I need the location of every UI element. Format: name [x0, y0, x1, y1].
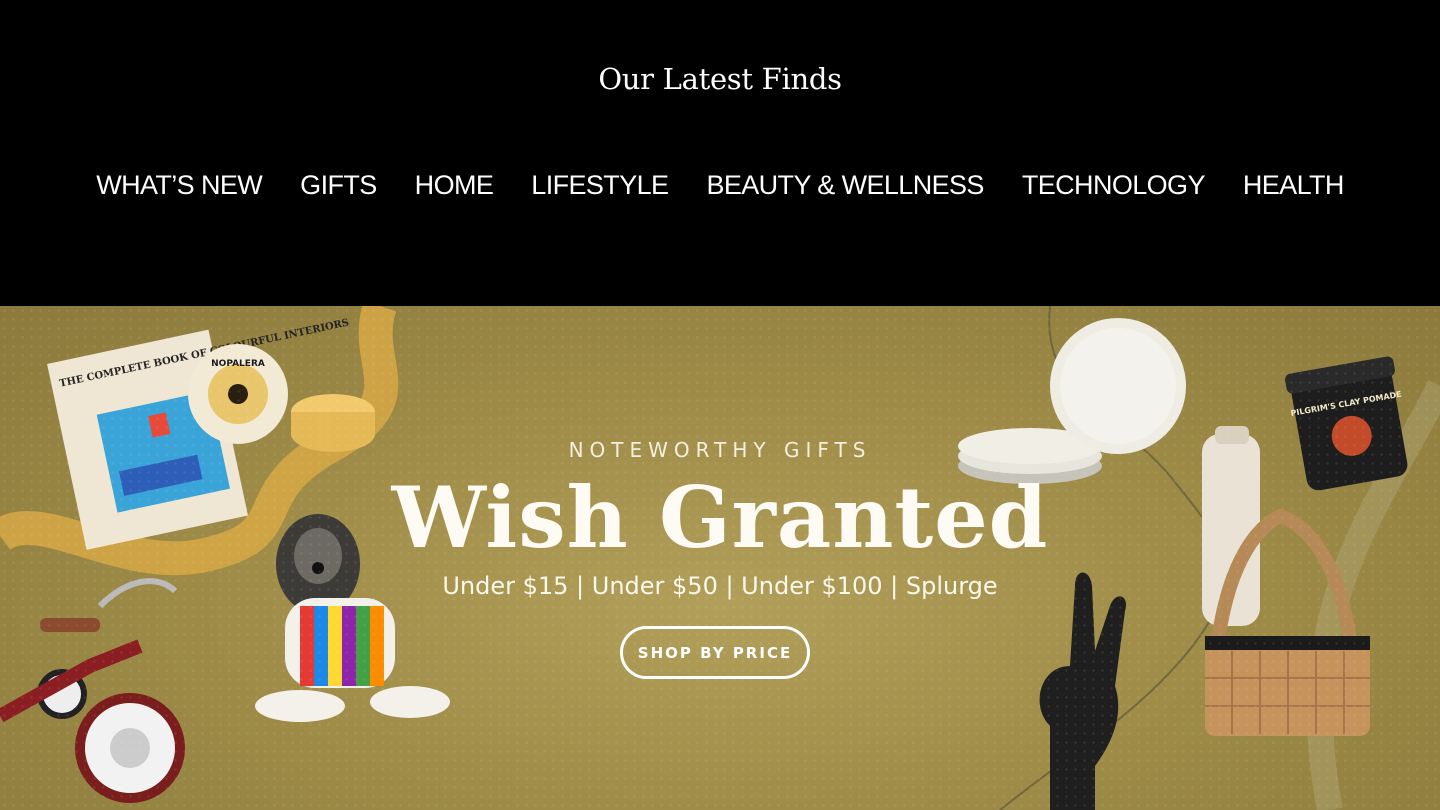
- nopalera-badge: NOPALERA: [188, 344, 288, 444]
- nav-item-whats-new[interactable]: WHAT’S NEW: [96, 170, 263, 201]
- nav-item-gifts[interactable]: GIFTS: [300, 170, 377, 201]
- hero-headline: Wish Granted: [391, 468, 1049, 567]
- nav-item-lifestyle[interactable]: LIFESTYLE: [531, 170, 669, 201]
- tricycle-image: [0, 578, 185, 803]
- nav-item-home[interactable]: HOME: [415, 170, 494, 201]
- nav-item-beauty-wellness[interactable]: BEAUTY & WELLNESS: [706, 170, 984, 201]
- price-filter-links[interactable]: Under $15 | Under $50 | Under $100 | Spl…: [0, 572, 1440, 600]
- hero-eyebrow: NOTEWORTHY GIFTS: [568, 438, 872, 462]
- hand-candle-image: [1039, 572, 1127, 810]
- site-header: Our Latest Finds WHAT’S NEW GIFTS HOME L…: [0, 0, 1440, 306]
- site-title[interactable]: Our Latest Finds: [0, 62, 1440, 96]
- shop-by-price-button[interactable]: SHOP BY PRICE: [620, 626, 810, 679]
- main-nav: WHAT’S NEW GIFTS HOME LIFESTYLE BEAUTY &…: [0, 170, 1440, 201]
- nav-item-health[interactable]: HEALTH: [1243, 170, 1345, 201]
- svg-text:NOPALERA: NOPALERA: [211, 359, 265, 369]
- hero-banner[interactable]: THE COMPLETE BOOK OF COLOURFUL INTERIORS…: [0, 306, 1440, 810]
- nav-item-technology[interactable]: TECHNOLOGY: [1022, 170, 1206, 201]
